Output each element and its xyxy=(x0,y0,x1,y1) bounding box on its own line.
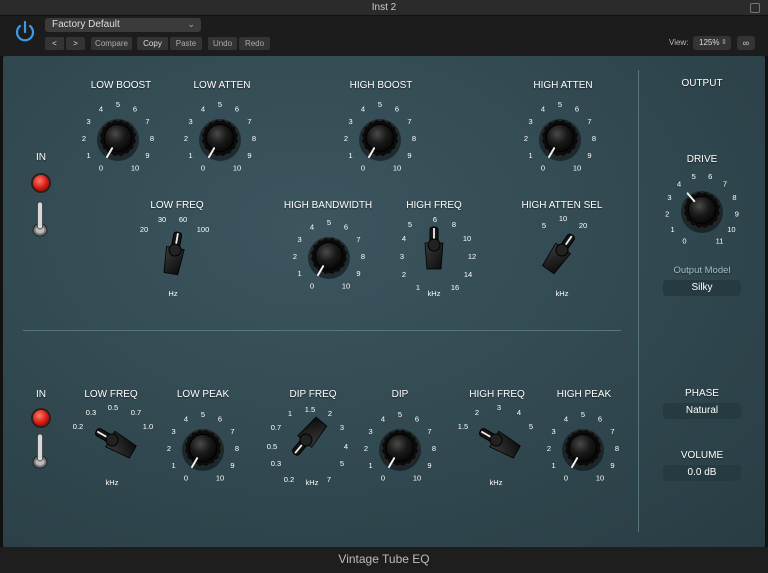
bottom-low-freq-label: LOW FREQ xyxy=(84,389,138,400)
low-peak-knob[interactable] xyxy=(182,428,224,471)
top-in-toggle[interactable] xyxy=(32,200,48,238)
plugin-toolbar: Factory Default ⌄ < > Compare Copy Paste… xyxy=(0,16,768,56)
window-titlebar: Inst 2 xyxy=(0,0,768,16)
dip-label: DIP xyxy=(391,389,409,400)
plugin-name: Vintage Tube EQ xyxy=(338,552,430,566)
high-bandwidth-label: HIGH BANDWIDTH xyxy=(283,200,373,211)
high-atten-knob-cap xyxy=(545,123,575,153)
low-peak-knob-cap xyxy=(188,433,218,463)
power-icon[interactable] xyxy=(12,19,38,45)
next-preset-button[interactable]: > xyxy=(66,37,85,50)
high-atten-label: HIGH ATTEN xyxy=(533,80,593,91)
low-boost-knob[interactable] xyxy=(97,118,139,161)
link-button[interactable]: ∞ xyxy=(737,36,755,50)
section-divider xyxy=(23,330,621,331)
paste-button[interactable]: Paste xyxy=(170,37,202,50)
volume-label: VOLUME xyxy=(680,450,724,461)
low-boost-knob-cap xyxy=(103,123,133,153)
volume-field[interactable]: 0.0 dB xyxy=(663,465,741,481)
high-bandwidth-knob[interactable] xyxy=(308,236,350,279)
high-boost-knob-cap xyxy=(365,123,395,153)
link-icon: ∞ xyxy=(742,38,750,48)
low-peak-label: LOW PEAK xyxy=(176,389,230,400)
high-peak-label: HIGH PEAK xyxy=(556,389,612,400)
bottom-in-led xyxy=(33,410,49,426)
dip-freq-label: DIP FREQ xyxy=(289,389,337,400)
plugin-footer: Vintage Tube EQ xyxy=(0,547,768,573)
high-peak-knob-cap xyxy=(568,433,598,463)
phase-label: PHASE xyxy=(685,388,719,399)
phase-select[interactable]: Natural xyxy=(663,403,741,419)
high-boost-label: HIGH BOOST xyxy=(349,80,413,91)
updown-icon: ⇕ xyxy=(721,39,727,46)
dip-knob[interactable] xyxy=(379,428,421,471)
output-model-select[interactable]: Silky xyxy=(663,280,741,296)
high-boost-knob[interactable] xyxy=(359,118,401,161)
copy-button[interactable]: Copy xyxy=(137,37,168,50)
window-close-button[interactable] xyxy=(750,3,760,13)
drive-knob[interactable] xyxy=(681,190,723,233)
low-atten-label: LOW ATTEN xyxy=(193,80,251,91)
preset-name: Factory Default xyxy=(52,19,120,30)
high-atten-sel-label: HIGH ATTEN SEL xyxy=(521,200,603,211)
redo-button[interactable]: Redo xyxy=(239,37,270,50)
previous-preset-button[interactable]: < xyxy=(45,37,64,50)
chevron-down-icon: ⌄ xyxy=(187,19,195,29)
low-atten-knob[interactable] xyxy=(199,118,241,161)
high-atten-knob[interactable] xyxy=(539,118,581,161)
bottom-high-freq-label: HIGH FREQ xyxy=(469,389,525,400)
compare-button[interactable]: Compare xyxy=(91,37,132,50)
low-atten-knob-cap xyxy=(205,123,235,153)
dip-knob-cap xyxy=(385,433,415,463)
high-bandwidth-knob-cap xyxy=(314,241,344,271)
view-label: View: xyxy=(669,38,689,47)
output-title: OUTPUT xyxy=(681,78,723,89)
low-boost-label: LOW BOOST xyxy=(90,80,152,91)
low-freq-label: LOW FREQ xyxy=(150,200,204,211)
output-divider xyxy=(638,70,639,532)
zoom-select[interactable]: 125% ⇕ xyxy=(693,36,731,50)
window-title: Inst 2 xyxy=(371,2,397,13)
preset-menu[interactable]: Factory Default ⌄ xyxy=(45,18,201,32)
top-in-led xyxy=(33,175,49,191)
output-model-label: Output Model xyxy=(673,265,731,276)
bottom-in-label: IN xyxy=(36,389,46,400)
top-in-label: IN xyxy=(36,152,46,163)
high-freq-label: HIGH FREQ xyxy=(406,200,462,211)
drive-label: DRIVE xyxy=(686,154,718,165)
zoom-value: 125% xyxy=(699,38,720,47)
bottom-in-toggle[interactable] xyxy=(32,432,48,470)
high-peak-knob[interactable] xyxy=(562,428,604,471)
undo-button[interactable]: Undo xyxy=(208,37,237,50)
